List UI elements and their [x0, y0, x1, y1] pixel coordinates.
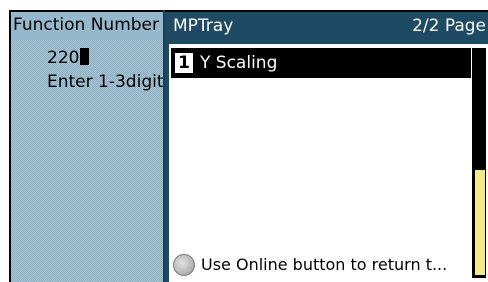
hint-text: Use Online button to return t...	[201, 255, 448, 274]
function-number-value-row: 220	[47, 48, 90, 68]
page-indicator: 2/2 Page	[412, 16, 486, 36]
window-content: 1 Y Scaling Use Online button to return …	[165, 44, 488, 282]
function-number-instruction: Enter 1-3digit	[47, 72, 164, 92]
menu-item-number: 1	[175, 53, 193, 73]
menu-item-y-scaling[interactable]: 1 Y Scaling	[171, 48, 471, 78]
scrollbar-thumb[interactable]	[475, 169, 485, 275]
menu-item-label: Y Scaling	[200, 53, 278, 73]
online-button-icon	[173, 254, 195, 276]
text-cursor	[80, 48, 90, 65]
window-titlebar: MPTray 2/2 Page	[165, 10, 488, 44]
function-number-value: 220	[47, 48, 80, 68]
background-panel-header: Function Number	[9, 10, 169, 40]
hint-bar: Use Online button to return t...	[169, 250, 469, 280]
window-title: MPTray	[173, 16, 234, 36]
mptray-window: MPTray 2/2 Page 1 Y Scaling Use Online b…	[163, 10, 488, 282]
scrollbar[interactable]	[472, 48, 486, 278]
